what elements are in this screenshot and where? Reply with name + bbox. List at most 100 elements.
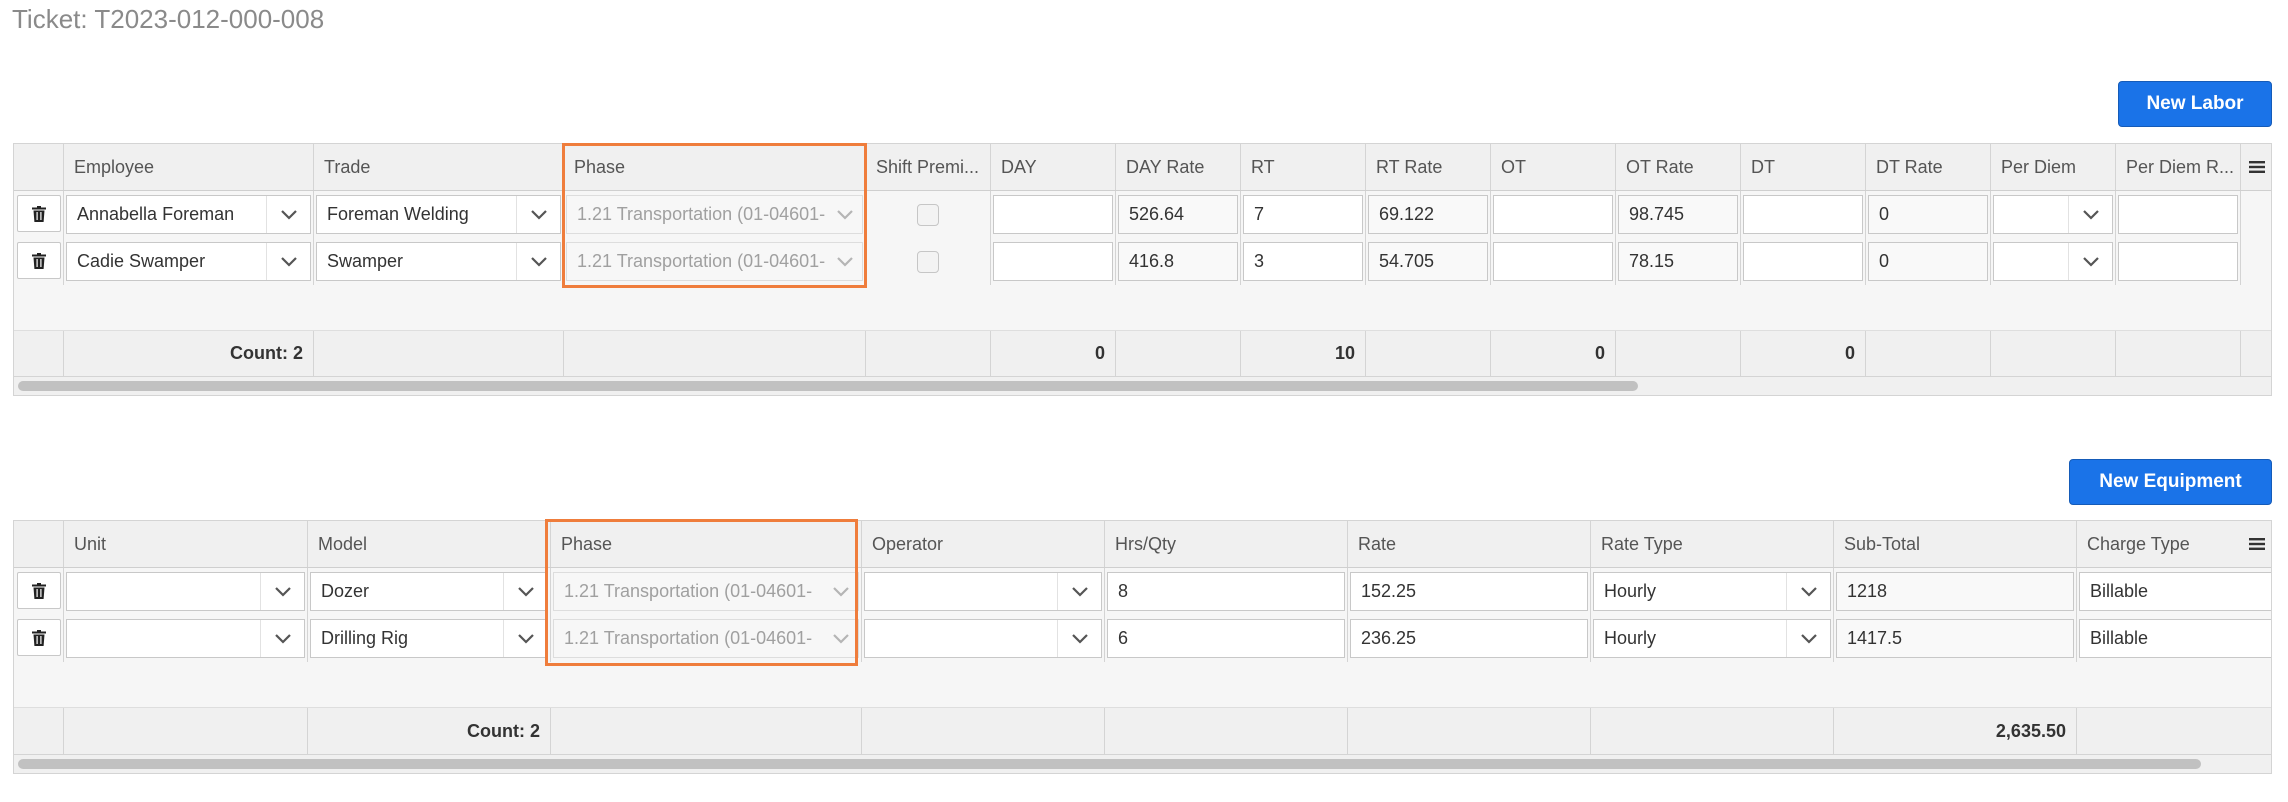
hrs-qty-input[interactable]: 6	[1107, 619, 1345, 658]
labor-col-day-rate[interactable]: DAY Rate	[1116, 144, 1241, 190]
phase-value: 1.21 Transportation (01-04601-	[564, 628, 813, 648]
chevron-down-icon[interactable]	[2068, 196, 2112, 233]
model-value: Drilling Rig	[321, 628, 409, 648]
unit-select[interactable]	[66, 619, 305, 658]
rate-type-select[interactable]: Hourly	[1593, 572, 1831, 611]
per-diem-rate-input[interactable]	[2118, 195, 2238, 234]
phase-select[interactable]: 1.21 Transportation (01-04601-	[566, 195, 863, 234]
chevron-down-icon[interactable]	[503, 573, 547, 610]
labor-col-ot[interactable]: OT	[1491, 144, 1616, 190]
phase-select[interactable]: 1.21 Transportation (01-04601-	[553, 619, 859, 658]
operator-select[interactable]	[864, 572, 1102, 611]
labor-col-rt-rate[interactable]: RT Rate	[1366, 144, 1491, 190]
rate-type-select[interactable]: Hourly	[1593, 619, 1831, 658]
rt-input[interactable]: 7	[1243, 195, 1363, 234]
equipment-horizontal-scrollbar[interactable]	[14, 755, 2271, 773]
equipment-col-rate-type[interactable]: Rate Type	[1591, 521, 1834, 567]
shift-premium-checkbox[interactable]	[917, 203, 939, 226]
labor-col-day[interactable]: DAY	[991, 144, 1116, 190]
operator-select[interactable]	[864, 619, 1102, 658]
charge-type-field[interactable]: Billable	[2079, 572, 2271, 611]
trash-icon	[32, 205, 46, 222]
labor-column-menu-button[interactable]	[2241, 144, 2271, 190]
labor-col-per-diem[interactable]: Per Diem	[1991, 144, 2116, 190]
per-diem-rate-input[interactable]	[2118, 242, 2238, 281]
labor-col-per-diem-rate[interactable]: Per Diem R...	[2116, 144, 2241, 190]
labor-col-trade[interactable]: Trade	[314, 144, 564, 190]
delete-row-button[interactable]	[17, 572, 61, 609]
equipment-col-model[interactable]: Model	[308, 521, 551, 567]
labor-dt-total: 0	[1741, 331, 1866, 376]
labor-col-dt[interactable]: DT	[1741, 144, 1866, 190]
charge-type-field[interactable]: Billable	[2079, 619, 2271, 658]
labor-col-employee[interactable]: Employee	[64, 144, 314, 190]
equipment-column-menu-button[interactable]	[2241, 521, 2271, 567]
sub-total-value: 1417.5	[1836, 619, 2074, 658]
delete-row-button[interactable]	[17, 195, 61, 232]
labor-horizontal-scrollbar[interactable]	[14, 377, 2271, 395]
trade-select[interactable]: Swamper	[316, 242, 561, 281]
shift-premium-checkbox[interactable]	[917, 250, 939, 273]
chevron-down-icon[interactable]	[1786, 573, 1830, 610]
equipment-col-unit[interactable]: Unit	[64, 521, 308, 567]
chevron-down-icon[interactable]	[266, 243, 310, 280]
unit-select[interactable]	[66, 572, 305, 611]
equipment-col-hrs-qty[interactable]: Hrs/Qty	[1105, 521, 1348, 567]
equipment-col-phase[interactable]: Phase	[551, 521, 862, 567]
dt-input[interactable]	[1743, 195, 1863, 234]
chevron-down-icon[interactable]	[260, 620, 304, 657]
ot-input[interactable]	[1493, 242, 1613, 281]
equipment-col-rate[interactable]: Rate	[1348, 521, 1591, 567]
menu-icon	[2249, 161, 2265, 173]
phase-select[interactable]: 1.21 Transportation (01-04601-	[566, 242, 863, 281]
chevron-down-icon[interactable]	[1786, 620, 1830, 657]
chevron-down-icon[interactable]	[260, 573, 304, 610]
day-input[interactable]	[993, 242, 1113, 281]
rate-input[interactable]: 152.25	[1350, 572, 1588, 611]
per-diem-select[interactable]	[1993, 242, 2113, 281]
employee-select[interactable]: Annabella Foreman	[66, 195, 311, 234]
labor-rt-total: 10	[1241, 331, 1366, 376]
model-select[interactable]: Drilling Rig	[310, 619, 548, 658]
chevron-down-icon[interactable]	[503, 620, 547, 657]
labor-scroll-thumb[interactable]	[18, 381, 1638, 391]
labor-col-ot-rate[interactable]: OT Rate	[1616, 144, 1741, 190]
new-labor-button[interactable]: New Labor	[2118, 81, 2272, 127]
labor-header-delete	[14, 144, 64, 190]
rt-input[interactable]: 3	[1243, 242, 1363, 281]
trade-select[interactable]: Foreman Welding	[316, 195, 561, 234]
chevron-down-icon[interactable]	[516, 196, 560, 233]
delete-row-button[interactable]	[17, 242, 61, 279]
phase-select[interactable]: 1.21 Transportation (01-04601-	[553, 572, 859, 611]
chevron-down-icon[interactable]	[266, 196, 310, 233]
equipment-col-charge-type[interactable]: Charge Type	[2077, 521, 2255, 567]
per-diem-select[interactable]	[1993, 195, 2113, 234]
ot-rate-value: 98.745	[1618, 195, 1738, 234]
equipment-col-sub-total[interactable]: Sub-Total	[1834, 521, 2077, 567]
model-select[interactable]: Dozer	[310, 572, 548, 611]
day-input[interactable]	[993, 195, 1113, 234]
employee-value: Annabella Foreman	[77, 204, 235, 224]
equipment-col-operator[interactable]: Operator	[862, 521, 1105, 567]
labor-col-shift-premium[interactable]: Shift Premi...	[866, 144, 991, 190]
labor-col-phase[interactable]: Phase	[564, 144, 866, 190]
new-equipment-button[interactable]: New Equipment	[2069, 459, 2272, 505]
labor-col-dt-rate[interactable]: DT Rate	[1866, 144, 1991, 190]
equipment-scroll-thumb[interactable]	[18, 759, 2201, 769]
trade-value: Foreman Welding	[327, 204, 469, 224]
chevron-down-icon[interactable]	[2068, 243, 2112, 280]
rt-rate-value: 69.122	[1368, 195, 1488, 234]
labor-col-rt[interactable]: RT	[1241, 144, 1366, 190]
chevron-down-icon[interactable]	[1057, 620, 1101, 657]
rate-input[interactable]: 236.25	[1350, 619, 1588, 658]
chevron-down-icon[interactable]	[1057, 573, 1101, 610]
ticket-title: Ticket: T2023-012-000-008	[12, 4, 325, 34]
dt-input[interactable]	[1743, 242, 1863, 281]
employee-select[interactable]: Cadie Swamper	[66, 242, 311, 281]
delete-row-button[interactable]	[17, 619, 61, 656]
chevron-down-icon	[824, 573, 858, 610]
hrs-qty-input[interactable]: 8	[1107, 572, 1345, 611]
ot-rate-value: 78.15	[1618, 242, 1738, 281]
chevron-down-icon[interactable]	[516, 243, 560, 280]
ot-input[interactable]	[1493, 195, 1613, 234]
